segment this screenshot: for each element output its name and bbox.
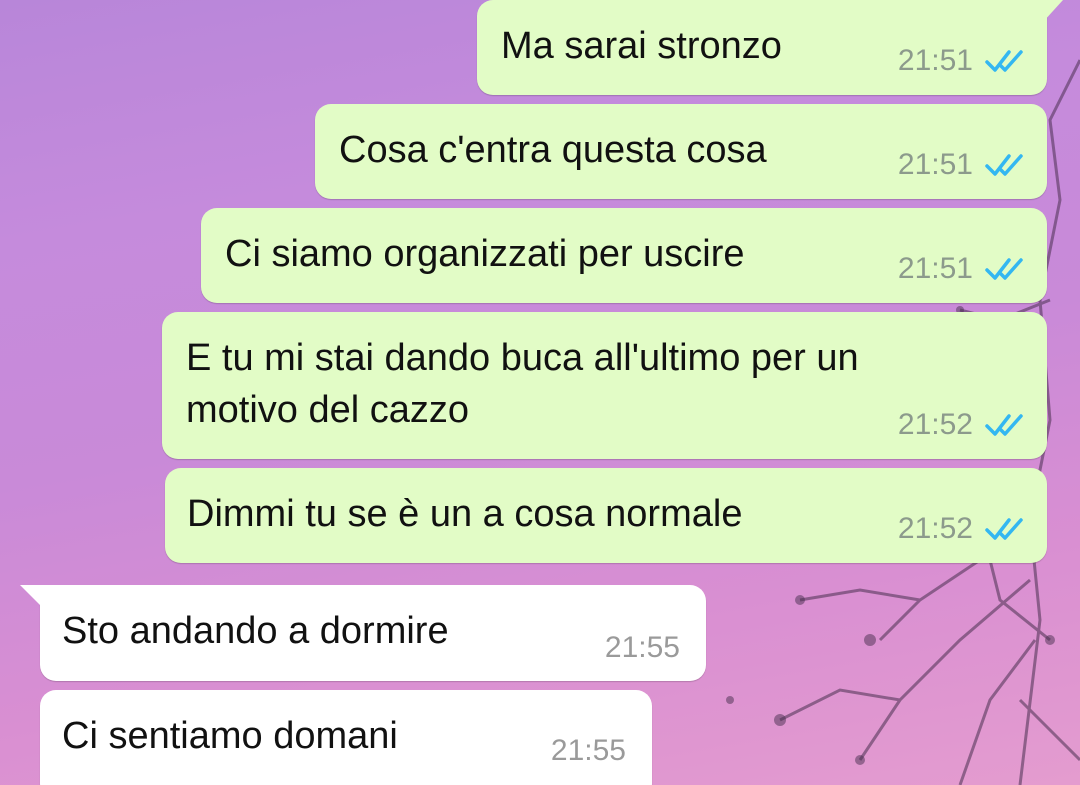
message-meta: 21:55 xyxy=(551,734,626,768)
message-meta: 21:51 xyxy=(898,44,1025,78)
double-check-read-icon xyxy=(985,414,1023,436)
chat-messages[interactable]: Ma sarai stronzo 21:51 Cosa c'entra ques… xyxy=(0,0,1080,785)
message-time: 21:55 xyxy=(604,631,680,664)
double-check-read-icon xyxy=(985,258,1023,280)
message-time: 21:55 xyxy=(550,734,626,767)
message-time: 21:51 xyxy=(897,252,973,285)
message-text-line-2: motivo del cazzo xyxy=(186,389,470,431)
message-text-line-1: E tu mi stai dando buca all'ultimo per u… xyxy=(186,337,859,379)
incoming-message[interactable]: Sto andando a dormire 21:55 xyxy=(20,585,706,681)
message-text: Ci siamo organizzati per uscire xyxy=(225,233,745,275)
message-meta: 21:52 xyxy=(898,408,1025,442)
double-check-read-icon xyxy=(985,50,1023,72)
outgoing-message[interactable]: Dimmi tu se è un a cosa normale 21:52 xyxy=(165,468,1047,563)
message-text: Dimmi tu se è un a cosa normale xyxy=(187,493,743,535)
message-time: 21:51 xyxy=(897,44,973,77)
message-meta: 21:52 xyxy=(898,512,1025,546)
outgoing-message[interactable]: E tu mi stai dando buca all'ultimo per u… xyxy=(162,312,1047,459)
bubble-tail xyxy=(1043,0,1063,22)
outgoing-message[interactable]: Cosa c'entra questa cosa 21:51 xyxy=(315,104,1047,199)
message-meta: 21:55 xyxy=(605,631,680,665)
message-meta: 21:51 xyxy=(898,252,1025,286)
double-check-read-icon xyxy=(985,154,1023,176)
message-meta: 21:51 xyxy=(898,148,1025,182)
message-text: Ci sentiamo domani xyxy=(62,715,398,757)
message-time: 21:52 xyxy=(897,408,973,441)
bubble-tail xyxy=(20,585,42,607)
message-text: Cosa c'entra questa cosa xyxy=(339,129,767,171)
message-text: Sto andando a dormire xyxy=(62,610,449,652)
message-text: Ma sarai stronzo xyxy=(501,25,782,67)
outgoing-message[interactable]: Ma sarai stronzo 21:51 xyxy=(477,0,1063,95)
message-time: 21:51 xyxy=(897,148,973,181)
outgoing-message[interactable]: Ci siamo organizzati per uscire 21:51 xyxy=(201,208,1047,303)
message-time: 21:52 xyxy=(897,512,973,545)
double-check-read-icon xyxy=(985,518,1023,540)
incoming-message[interactable]: Ci sentiamo domani 21:55 xyxy=(40,690,652,785)
